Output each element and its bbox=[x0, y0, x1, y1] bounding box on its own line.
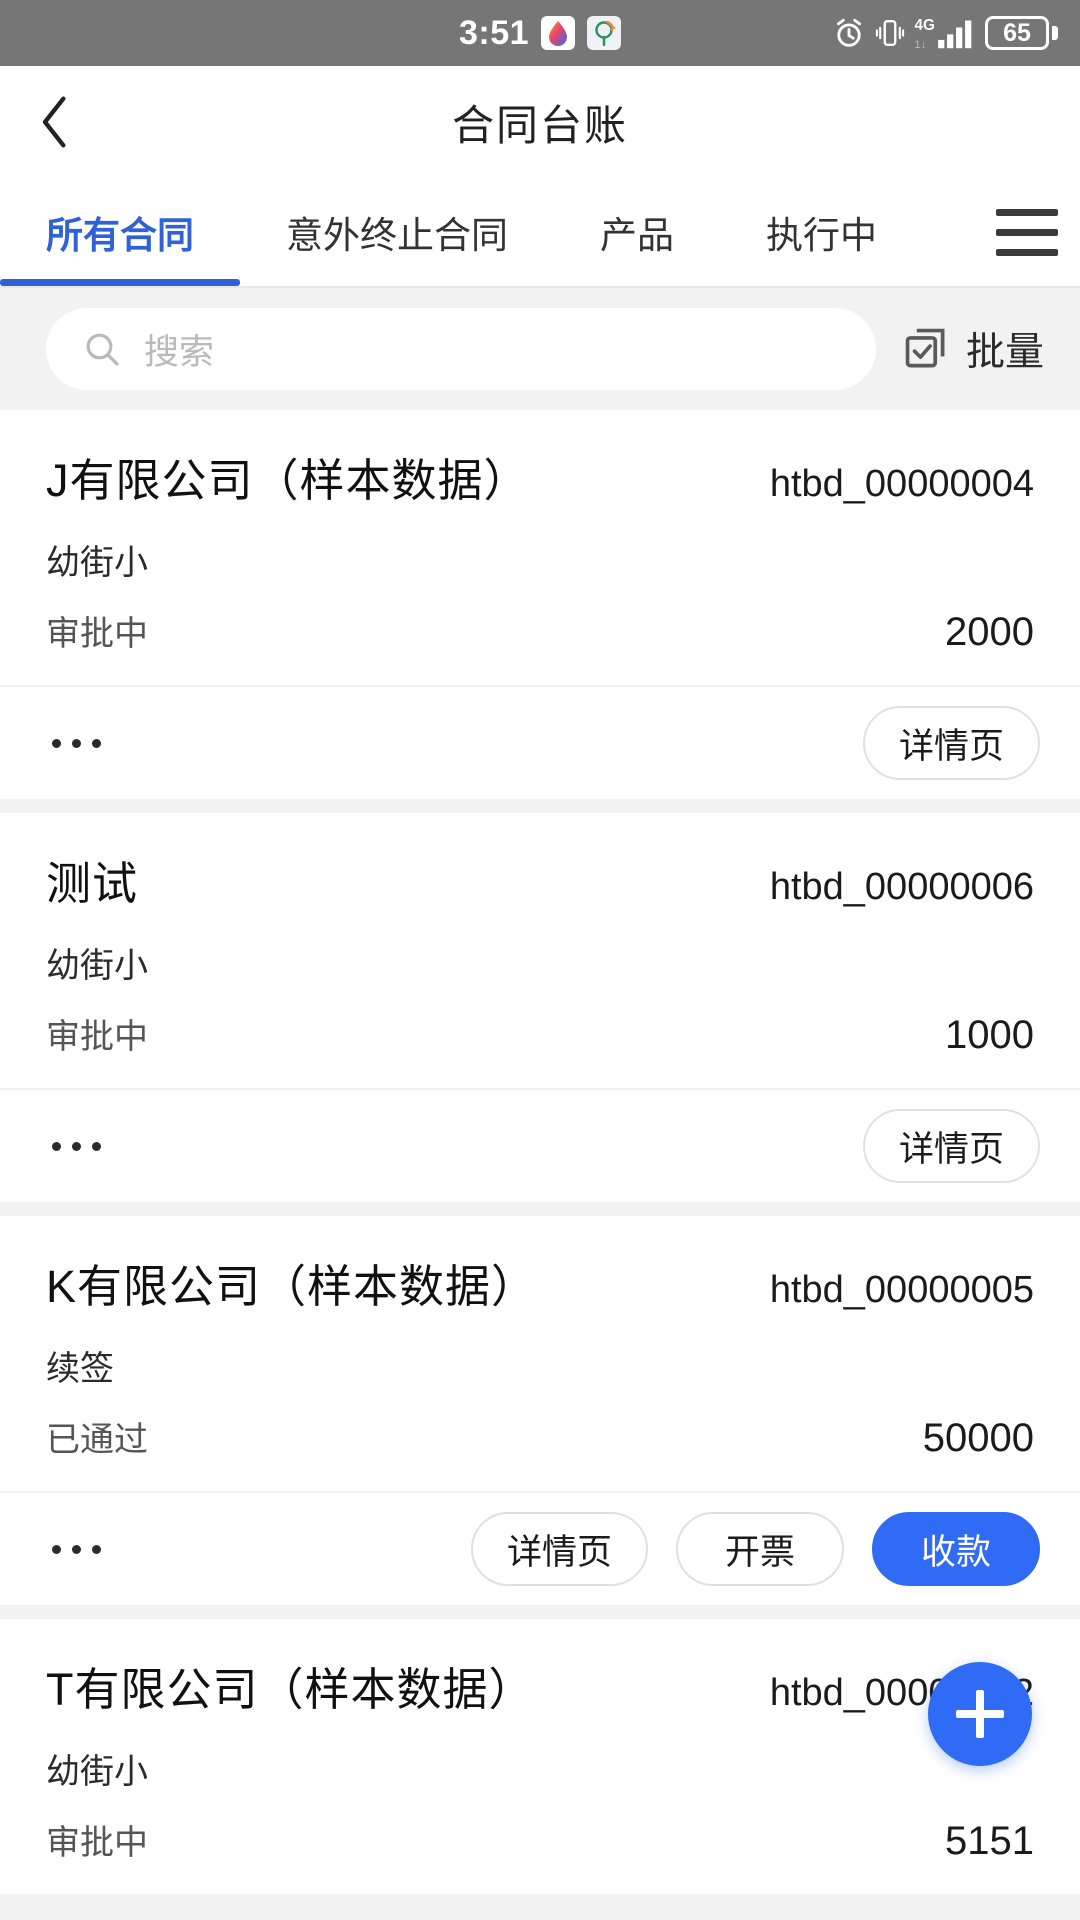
search-icon bbox=[86, 333, 119, 366]
contract-title: K有限公司（样本数据） bbox=[46, 1261, 538, 1312]
battery-level-label: 65 bbox=[1003, 18, 1031, 47]
tab-terminated-contracts[interactable]: 意外终止合同 bbox=[240, 178, 554, 286]
battery-icon: 65 bbox=[985, 16, 1058, 50]
contract-code: htbd_00000004 bbox=[769, 463, 1034, 505]
card-status-row: 已通过 50000 bbox=[46, 1412, 1034, 1461]
contract-subtitle: 幼街小 bbox=[46, 1753, 148, 1791]
card-action-row: 详情页 开票 收款 bbox=[0, 1493, 1080, 1605]
contract-title: J有限公司（样本数据） bbox=[46, 455, 530, 506]
card-action-row: 详情页 bbox=[0, 1090, 1080, 1202]
app-color-icon bbox=[541, 16, 576, 50]
back-button[interactable] bbox=[0, 66, 110, 178]
ellipsis-icon[interactable] bbox=[46, 1527, 107, 1572]
tab-label: 意外终止合同 bbox=[286, 215, 508, 256]
details-button[interactable]: 详情页 bbox=[470, 1512, 648, 1586]
contract-amount: 2000 bbox=[945, 610, 1034, 654]
contract-list: J有限公司（样本数据） htbd_00000004 幼街小 审批中 2000 详… bbox=[0, 410, 1080, 1894]
card-buttons: 详情页 开票 收款 bbox=[470, 1512, 1040, 1586]
status-badge: 审批中 bbox=[46, 1018, 148, 1056]
card-status-row: 审批中 1000 bbox=[46, 1009, 1034, 1058]
search-input[interactable]: 搜索 bbox=[46, 308, 876, 390]
batch-label: 批量 bbox=[965, 331, 1044, 374]
contract-title: 测试 bbox=[46, 858, 139, 909]
network-type-label: 4G bbox=[915, 17, 935, 34]
checkbox-copy-icon bbox=[905, 328, 945, 368]
status-bar-right: 4G 1↓ 65 bbox=[832, 0, 1058, 66]
contract-subtitle: 幼街小 bbox=[46, 544, 148, 582]
card-header-row: 测试 htbd_00000006 bbox=[46, 847, 1034, 912]
collect-payment-button[interactable]: 收款 bbox=[872, 1512, 1040, 1586]
contract-card[interactable]: K有限公司（样本数据） htbd_00000005 续签 已通过 50000 详… bbox=[0, 1216, 1080, 1605]
svg-text:1↓: 1↓ bbox=[915, 39, 927, 51]
search-placeholder: 搜索 bbox=[144, 332, 215, 372]
card-action-row: 详情页 bbox=[0, 687, 1080, 799]
contract-card[interactable]: 测试 htbd_00000006 幼街小 审批中 1000 详情页 bbox=[0, 813, 1080, 1202]
nav-bar: 合同台账 bbox=[0, 66, 1080, 178]
tab-all-contracts[interactable]: 所有合同 bbox=[0, 178, 240, 286]
tab-label: 产品 bbox=[600, 215, 674, 256]
status-badge: 审批中 bbox=[46, 1824, 148, 1862]
details-button[interactable]: 详情页 bbox=[862, 1109, 1040, 1183]
contract-amount: 1000 bbox=[945, 1013, 1034, 1057]
card-status-row: 审批中 2000 bbox=[46, 606, 1034, 655]
tab-in-progress[interactable]: 执行中 bbox=[720, 178, 923, 286]
ellipsis-icon[interactable] bbox=[46, 1124, 107, 1169]
status-badge: 已通过 bbox=[46, 1421, 148, 1459]
chevron-left-icon bbox=[42, 96, 66, 148]
tab-label: 所有合同 bbox=[46, 215, 194, 256]
tab-list: 所有合同 意外终止合同 产品 执行中 bbox=[0, 178, 984, 286]
card-header-row: J有限公司（样本数据） htbd_00000004 bbox=[46, 444, 1034, 509]
app-tool-icon bbox=[587, 16, 622, 50]
page-title: 合同台账 bbox=[451, 101, 628, 149]
status-bar: 3:51 4G 1↓ 65 bbox=[0, 0, 1080, 66]
batch-button[interactable]: 批量 bbox=[902, 321, 1052, 377]
contract-amount: 50000 bbox=[922, 1416, 1034, 1460]
card-header-row: K有限公司（样本数据） htbd_00000005 bbox=[46, 1250, 1034, 1315]
search-row: 搜索 批量 bbox=[0, 288, 1080, 410]
signal-icon: 4G 1↓ bbox=[915, 17, 972, 51]
hamburger-icon[interactable] bbox=[984, 178, 1080, 286]
add-contract-fab[interactable] bbox=[928, 1662, 1032, 1766]
ellipsis-icon[interactable] bbox=[46, 721, 107, 766]
contract-title: T有限公司（样本数据） bbox=[46, 1664, 535, 1715]
tab-products[interactable]: 产品 bbox=[554, 178, 720, 286]
tab-label: 执行中 bbox=[766, 215, 877, 256]
tab-bar: 所有合同 意外终止合同 产品 执行中 bbox=[0, 178, 1080, 286]
invoice-button[interactable]: 开票 bbox=[676, 1512, 844, 1586]
card-body: T有限公司（样本数据） htbd_00000002 幼街小 审批中 5151 bbox=[0, 1619, 1080, 1894]
card-body: 测试 htbd_00000006 幼街小 审批中 1000 bbox=[0, 813, 1080, 1088]
card-body: J有限公司（样本数据） htbd_00000004 幼街小 审批中 2000 bbox=[0, 410, 1080, 685]
card-buttons: 详情页 bbox=[862, 706, 1040, 780]
contract-amount: 5151 bbox=[945, 1819, 1034, 1863]
app-root: 3:51 4G 1↓ 65 合同台账 所有合同 意外终止合同 产品 执行中 搜索… bbox=[0, 0, 1080, 1920]
tab-active-indicator bbox=[0, 279, 240, 286]
contract-code: htbd_00000006 bbox=[769, 866, 1034, 908]
status-badge: 审批中 bbox=[46, 615, 148, 653]
contract-subtitle: 续签 bbox=[46, 1350, 114, 1388]
vibrate-icon bbox=[875, 20, 905, 46]
contract-code: htbd_00000005 bbox=[769, 1269, 1034, 1311]
contract-card[interactable]: T有限公司（样本数据） htbd_00000002 幼街小 审批中 5151 bbox=[0, 1619, 1080, 1894]
status-bar-clock: 3:51 bbox=[458, 14, 530, 52]
card-header-row: T有限公司（样本数据） htbd_00000002 bbox=[46, 1653, 1034, 1718]
card-status-row: 审批中 5151 bbox=[46, 1815, 1034, 1864]
details-button[interactable]: 详情页 bbox=[862, 706, 1040, 780]
alarm-icon bbox=[836, 18, 862, 47]
contract-subtitle: 幼街小 bbox=[46, 947, 148, 985]
contract-card[interactable]: J有限公司（样本数据） htbd_00000004 幼街小 审批中 2000 详… bbox=[0, 410, 1080, 799]
card-buttons: 详情页 bbox=[862, 1109, 1040, 1183]
card-body: K有限公司（样本数据） htbd_00000005 续签 已通过 50000 bbox=[0, 1216, 1080, 1491]
